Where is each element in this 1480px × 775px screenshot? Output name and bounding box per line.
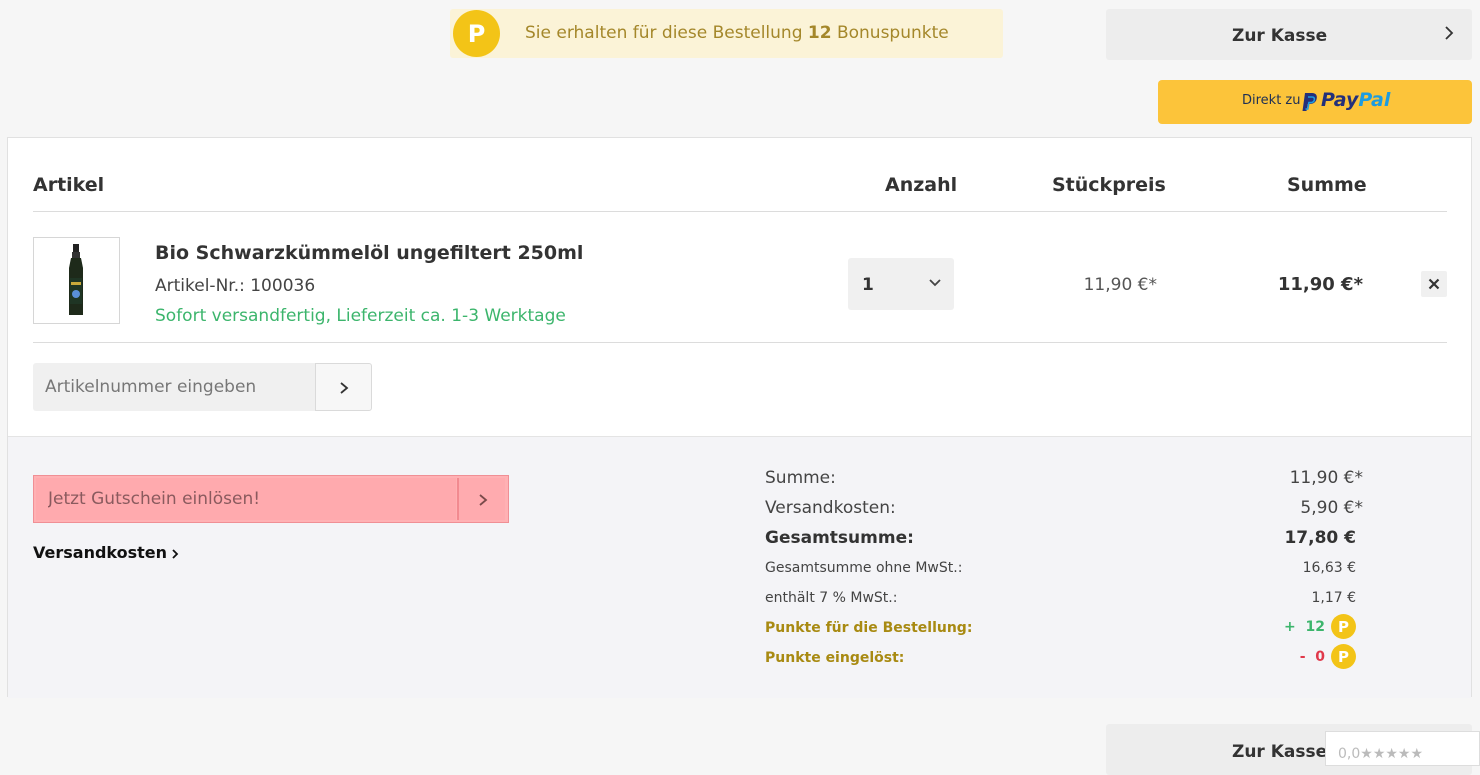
close-icon (1428, 278, 1440, 290)
coupon-submit-button[interactable] (457, 478, 505, 520)
bonus-points-count: 12 (807, 23, 832, 43)
header-quantity: Anzahl (885, 174, 958, 196)
unit-price: 11,90 €* (1083, 275, 1157, 295)
rating-text: 0,0★★★★★ (1338, 746, 1424, 762)
summary-total-value: 17,80 € (1284, 528, 1356, 548)
header-article: Artikel (33, 174, 105, 196)
divider (33, 211, 1447, 212)
chevron-right-icon (340, 382, 349, 394)
summary-points-redeemed-value: - 0P (1300, 644, 1356, 669)
rating-widget[interactable]: 0,0★★★★★ (1325, 731, 1480, 766)
oil-bottle-image (69, 244, 83, 315)
cart-panel: Artikel Anzahl Stückpreis Summe Bio Schw… (7, 137, 1472, 698)
remove-item-button[interactable] (1421, 271, 1447, 297)
chevron-right-icon (479, 494, 488, 506)
summary-shipping-value: 5,90 €* (1300, 498, 1363, 518)
paypal-express-button[interactable]: Direkt zu PayPal (1158, 80, 1472, 124)
quantity-select[interactable]: 1 (848, 258, 954, 310)
shipping-costs-link[interactable]: Versandkosten (33, 543, 179, 562)
product-article-number: Artikel-Nr.: 100036 (155, 276, 316, 296)
summary-net-value: 16,63 € (1302, 560, 1356, 576)
checkout-label: Zur Kasse (1232, 742, 1328, 762)
line-sum: 11,90 €* (1277, 274, 1363, 295)
summary-sum-value: 11,90 €* (1289, 468, 1363, 488)
points-badge-icon: P (1331, 644, 1356, 669)
bonus-text: Sie erhalten für diese Bestellung 12 Bon… (525, 23, 949, 43)
header-sum: Summe (1287, 174, 1367, 196)
chevron-right-icon (1445, 26, 1454, 40)
cart-summary-area: Versandkosten Summe: 11,90 €* Versandkos… (8, 436, 1471, 698)
coupon-input[interactable] (36, 478, 456, 520)
summary-total-label: Gesamtsumme: (765, 528, 914, 548)
summary-net-label: Gesamtsumme ohne MwSt.: (765, 560, 963, 576)
divider (33, 342, 1447, 343)
delivery-status: Sofort versandfertig, Lieferzeit ca. 1-3… (155, 306, 566, 326)
coupon-form (33, 475, 509, 523)
summary-points-order-value: + 12 P (1284, 614, 1356, 639)
summary-points-order-label: Punkte für die Bestellung: (765, 620, 973, 636)
summary-shipping-label: Versandkosten: (765, 498, 896, 518)
article-number-form (33, 363, 372, 411)
summary-points-redeemed-label: Punkte eingelöst: (765, 650, 905, 666)
product-name[interactable]: Bio Schwarzkümmelöl ungefiltert 250ml (155, 242, 583, 264)
product-image[interactable] (33, 237, 120, 324)
bonus-banner: P Sie erhalten für diese Bestellung 12 B… (450, 9, 1003, 58)
paypal-prefix: Direkt zu (1242, 93, 1301, 108)
chevron-down-icon (929, 279, 941, 287)
quantity-value: 1 (862, 275, 874, 295)
paypal-logo-icon (1302, 93, 1317, 111)
header-unit-price: Stückpreis (1052, 174, 1166, 196)
summary-sum-label: Summe: (765, 468, 836, 488)
checkout-button-top[interactable]: Zur Kasse (1106, 9, 1472, 60)
article-number-submit-button[interactable] (315, 363, 372, 411)
paypal-brand: PayPal (1321, 89, 1391, 111)
article-number-input[interactable] (33, 363, 316, 411)
checkout-label: Zur Kasse (1232, 26, 1328, 46)
points-badge-icon: P (1331, 614, 1356, 639)
chevron-right-icon (172, 548, 179, 559)
summary-vat-label: enthält 7 % MwSt.: (765, 590, 898, 606)
bonus-points-badge: P (453, 10, 500, 57)
summary-vat-value: 1,17 € (1311, 590, 1356, 606)
